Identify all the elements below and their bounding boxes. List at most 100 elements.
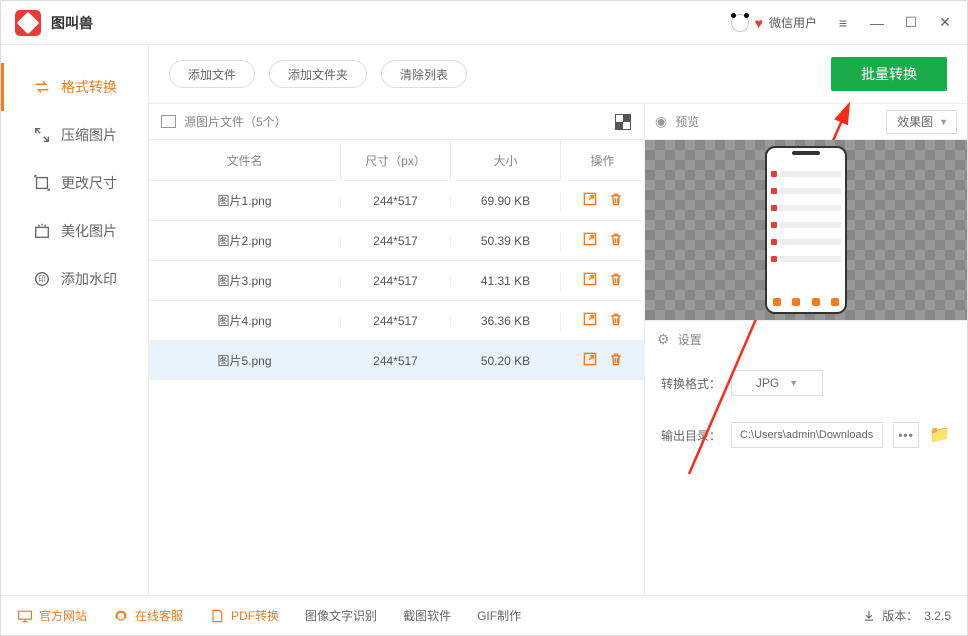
main-panel: 添加文件 添加文件夹 清除列表 批量转换 源图片文件（5个） 文件名 — [149, 45, 967, 595]
app-title: 图叫兽 — [51, 13, 731, 33]
close-button[interactable]: ✕ — [937, 14, 953, 31]
cell-dim: 244*517 — [340, 354, 450, 368]
delete-icon[interactable] — [608, 351, 624, 371]
delete-icon[interactable] — [608, 271, 624, 291]
cell-size: 50.20 KB — [450, 354, 560, 368]
open-icon[interactable] — [582, 231, 598, 251]
outdir-browse-button[interactable]: ••• — [893, 422, 919, 448]
footer-ocr[interactable]: 图像文字识别 — [305, 607, 377, 624]
cell-name: 图片3.png — [149, 272, 340, 289]
footer: 官方网站 在线客服 PDF转换 图像文字识别 截图软件 GIF制作 版本：3.2… — [1, 595, 967, 635]
sidebar-item-label: 更改尺寸 — [61, 173, 117, 193]
footer-gif[interactable]: GIF制作 — [477, 607, 521, 624]
delete-icon[interactable] — [608, 191, 624, 211]
wechat-icon: ♥ — [755, 15, 763, 31]
table-header: 文件名 尺寸（px） 大小 操作 — [149, 140, 644, 180]
settings-header: 设置 — [645, 320, 967, 358]
cell-dim: 244*517 — [340, 274, 450, 288]
settings-title: 设置 — [678, 331, 702, 348]
image-icon — [161, 115, 176, 128]
cell-name: 图片1.png — [149, 192, 340, 209]
convert-icon — [33, 78, 51, 96]
preview-icon — [655, 113, 667, 130]
table-row[interactable]: 图片3.png244*51741.31 KB — [149, 260, 644, 300]
footer-pdf[interactable]: PDF转换 — [209, 607, 279, 624]
col-name: 文件名 — [149, 152, 340, 169]
cell-dim: 244*517 — [340, 234, 450, 248]
cell-size: 36.36 KB — [450, 314, 560, 328]
footer-support[interactable]: 在线客服 — [113, 607, 183, 624]
sidebar-item-label: 美化图片 — [61, 221, 117, 241]
format-setting-row: 转换格式： JPG ▼ — [661, 370, 951, 396]
user-account[interactable]: ♥ 微信用户 — [731, 14, 817, 32]
menu-button[interactable]: ≡ — [835, 14, 851, 31]
compress-icon — [33, 126, 51, 144]
format-dropdown[interactable]: JPG ▼ — [731, 370, 823, 396]
cell-name: 图片5.png — [149, 352, 340, 369]
add-file-button[interactable]: 添加文件 — [169, 60, 255, 88]
outdir-setting-row: 输出目录： C:\Users\admin\Downloads ••• 📁 — [661, 422, 951, 448]
svg-text:印: 印 — [38, 275, 45, 284]
cell-size: 69.90 KB — [450, 194, 560, 208]
table-row[interactable]: 图片5.png244*51750.20 KB — [149, 340, 644, 380]
clear-list-button[interactable]: 清除列表 — [381, 60, 467, 88]
file-list-title: 源图片文件（5个） — [184, 113, 608, 130]
sidebar-item-label: 添加水印 — [61, 269, 117, 289]
sidebar-item-resize[interactable]: 更改尺寸 — [1, 159, 148, 207]
user-name: 微信用户 — [769, 14, 817, 31]
table-row[interactable]: 图片2.png244*51750.39 KB — [149, 220, 644, 260]
sidebar-item-watermark[interactable]: 印 添加水印 — [1, 255, 148, 303]
sidebar-item-label: 格式转换 — [61, 77, 117, 97]
sidebar-item-format-convert[interactable]: 格式转换 — [1, 63, 148, 111]
sidebar-item-beautify[interactable]: 美化图片 — [1, 207, 148, 255]
file-list-header: 源图片文件（5个） — [149, 104, 644, 140]
sidebar: 格式转换 压缩图片 更改尺寸 美化图片 印 添加水印 — [1, 45, 149, 595]
footer-version: 版本：3.2.5 — [862, 607, 951, 624]
cell-size: 41.31 KB — [450, 274, 560, 288]
file-list-panel: 源图片文件（5个） 文件名 尺寸（px） 大小 操作 图片1.png244*51… — [149, 104, 645, 595]
toolbar: 添加文件 添加文件夹 清除列表 批量转换 — [149, 45, 967, 103]
beautify-icon — [33, 222, 51, 240]
delete-icon[interactable] — [608, 231, 624, 251]
add-folder-button[interactable]: 添加文件夹 — [269, 60, 367, 88]
chevron-down-icon: ▼ — [939, 117, 948, 127]
open-icon[interactable] — [582, 271, 598, 291]
open-icon[interactable] — [582, 191, 598, 211]
format-value: JPG — [756, 376, 779, 390]
open-folder-button[interactable]: 📁 — [929, 424, 951, 446]
maximize-button[interactable]: ☐ — [903, 14, 919, 31]
outdir-label: 输出目录： — [661, 427, 721, 444]
chevron-down-icon: ▼ — [789, 378, 798, 388]
watermark-icon: 印 — [33, 270, 51, 288]
sidebar-item-compress[interactable]: 压缩图片 — [1, 111, 148, 159]
footer-screenshot[interactable]: 截图软件 — [403, 607, 451, 624]
titlebar: 图叫兽 ♥ 微信用户 ≡ — ☐ ✕ — [1, 1, 967, 45]
effect-value: 效果图 — [897, 113, 933, 130]
cell-name: 图片4.png — [149, 312, 340, 329]
batch-convert-button[interactable]: 批量转换 — [831, 57, 947, 91]
preview-title: 预览 — [675, 113, 699, 130]
grid-view-icon[interactable] — [616, 115, 630, 129]
cell-dim: 244*517 — [340, 194, 450, 208]
right-panel: 预览 效果图 ▼ — [645, 104, 967, 595]
col-ops: 操作 — [560, 140, 644, 180]
preview-area — [645, 140, 967, 320]
sidebar-item-label: 压缩图片 — [61, 125, 117, 145]
outdir-input[interactable]: C:\Users\admin\Downloads — [731, 422, 883, 448]
footer-website[interactable]: 官方网站 — [17, 607, 87, 624]
preview-header: 预览 效果图 ▼ — [645, 104, 967, 140]
format-label: 转换格式： — [661, 375, 721, 392]
settings-body: 转换格式： JPG ▼ 输出目录： C:\Users\admin\Downloa… — [645, 358, 967, 460]
minimize-button[interactable]: — — [869, 14, 885, 31]
phone-mockup — [765, 146, 847, 314]
open-icon[interactable] — [582, 351, 598, 371]
effect-dropdown[interactable]: 效果图 ▼ — [886, 110, 957, 134]
open-icon[interactable] — [582, 311, 598, 331]
app-logo — [15, 10, 41, 36]
resize-icon — [33, 174, 51, 192]
gear-icon — [657, 331, 670, 348]
delete-icon[interactable] — [608, 311, 624, 331]
table-row[interactable]: 图片1.png244*51769.90 KB — [149, 180, 644, 220]
table-row[interactable]: 图片4.png244*51736.36 KB — [149, 300, 644, 340]
col-size: 大小 — [450, 140, 560, 180]
